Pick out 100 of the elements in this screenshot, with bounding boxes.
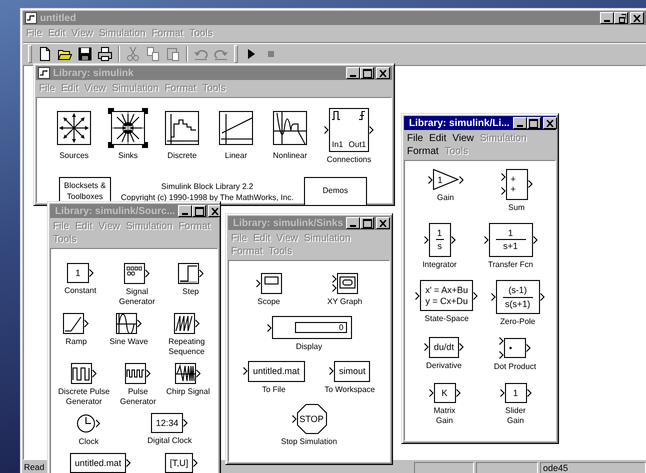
pulse-train-icon[interactable]: [124, 363, 151, 384]
port-icon: [526, 344, 531, 352]
block-label: Digital Clock: [147, 436, 192, 446]
library-block[interactable]: 0: [272, 316, 352, 340]
line-plot-icon[interactable]: [216, 108, 256, 148]
menu-item[interactable]: File: [404, 132, 426, 145]
block-text: 1: [75, 268, 80, 278]
close-button[interactable]: [376, 67, 390, 79]
block-label: Display: [296, 342, 322, 352]
maximize-button[interactable]: [360, 67, 374, 79]
library-block[interactable]: 1 s: [428, 223, 451, 257]
minimize-button[interactable]: [346, 217, 360, 229]
minimize-button[interactable]: [178, 205, 192, 217]
library-block[interactable]: •: [504, 338, 526, 358]
block-label: Scope: [257, 297, 280, 308]
window-title: Library: simulink/Sinks: [233, 218, 344, 228]
block-label: Sources: [59, 151, 89, 161]
close-button[interactable]: [542, 117, 557, 129]
library-block[interactable]: In1 Out1: [329, 108, 369, 152]
port-icon: [500, 388, 504, 397]
clock-icon[interactable]: [76, 413, 102, 434]
maximize-icon: [194, 206, 204, 216]
pulse-train-icon[interactable]: [70, 363, 97, 384]
library-block[interactable]: simout: [334, 361, 370, 382]
chirp-icon[interactable]: [175, 363, 202, 384]
close-button[interactable]: [208, 205, 220, 217]
block-text: 12:34: [156, 418, 178, 428]
block-label: Zero-Pole: [500, 316, 536, 327]
window-title: Library: simulink/Sourc...: [55, 206, 176, 216]
staircase-plot-icon[interactable]: [162, 108, 202, 148]
library-block[interactable]: untitled.mat: [70, 453, 126, 473]
xy-graph-icon[interactable]: [332, 273, 358, 294]
stop-block[interactable]: [296, 404, 326, 434]
close-icon: [546, 120, 554, 126]
signal-generator-icon[interactable]: [124, 263, 150, 284]
sine-wave-icon[interactable]: [116, 313, 142, 334]
library-block[interactable]: [T,U]: [164, 453, 194, 473]
block-label: Discrete Pulse Generator: [58, 387, 110, 407]
minimize-button[interactable]: [512, 117, 527, 129]
sawtooth-icon[interactable]: [174, 313, 200, 334]
library-block[interactable]: + +: [506, 169, 528, 200]
port-icon: [424, 343, 429, 352]
restore-button[interactable]: [614, 12, 628, 24]
maximize-button[interactable]: [526, 117, 541, 129]
menu-item[interactable]: Format: [404, 145, 442, 158]
maximize-icon: [362, 218, 372, 228]
close-button[interactable]: [376, 217, 390, 229]
block-label: Sum: [508, 202, 525, 213]
block-label: Nonlinear: [272, 151, 308, 161]
library-block[interactable]: (s-1) s(s+1): [496, 280, 540, 314]
status-pane: [476, 462, 538, 473]
maximize-icon: [362, 68, 372, 78]
block-label: Pulse Generator: [120, 387, 156, 407]
minimize-button[interactable]: [346, 67, 360, 79]
block-text: +: [510, 174, 516, 184]
pulse-icon: [332, 111, 340, 120]
demos-button[interactable]: Demos: [304, 177, 367, 205]
maximize-button[interactable]: [192, 205, 206, 217]
library-block[interactable]: K: [434, 382, 456, 403]
library-block[interactable]: 1: [66, 263, 89, 284]
menu-item[interactable]: View: [449, 132, 477, 145]
close-icon: [379, 70, 387, 76]
minimize-button[interactable]: [600, 12, 614, 24]
library-block[interactable]: 1 s+1: [488, 223, 533, 257]
outward-arrows-icon[interactable]: [54, 108, 94, 148]
close-icon: [633, 14, 641, 22]
close-button[interactable]: [630, 12, 644, 24]
port-icon: [126, 459, 132, 468]
library-block[interactable]: 1: [504, 382, 526, 403]
port-icon: [473, 292, 478, 300]
step-icon[interactable]: [178, 263, 204, 284]
block-text: du/dt: [434, 342, 454, 353]
port-icon: [292, 414, 296, 423]
gain-block[interactable]: [432, 169, 458, 190]
window-title: Library: simulink: [53, 68, 135, 78]
block-label: Transfer Fcn: [488, 260, 534, 270]
block-text: STOP: [299, 414, 324, 424]
library-block[interactable]: du/dt: [428, 337, 459, 358]
menu-item[interactable]: Edit: [426, 132, 450, 145]
copy-icon: [145, 46, 161, 62]
maximize-button[interactable]: [360, 217, 374, 229]
display-field: 0: [294, 322, 346, 334]
block-label: Repeating Sequence: [168, 337, 205, 357]
window-title: untitled: [40, 12, 78, 24]
scope-icon[interactable]: [256, 273, 282, 294]
curve-plot-icon[interactable]: [270, 108, 310, 148]
library-block[interactable]: untitled.mat: [248, 361, 304, 382]
port-icon: [458, 176, 464, 184]
library-block[interactable]: 12:34: [150, 413, 184, 434]
library-block[interactable]: x' = Ax+Bu y = Cx+Du: [420, 280, 474, 311]
ramp-icon[interactable]: [63, 313, 90, 334]
block-label: Dot Product: [494, 362, 536, 372]
inward-arrows-icon[interactable]: [108, 108, 148, 148]
port-icon: [324, 126, 329, 134]
block-text: •: [508, 343, 512, 354]
block-text: 1: [438, 174, 443, 184]
port-icon: [424, 236, 429, 244]
block-text: +: [510, 184, 516, 195]
block-text: untitled.mat: [252, 366, 300, 377]
port-icon: [415, 292, 420, 300]
